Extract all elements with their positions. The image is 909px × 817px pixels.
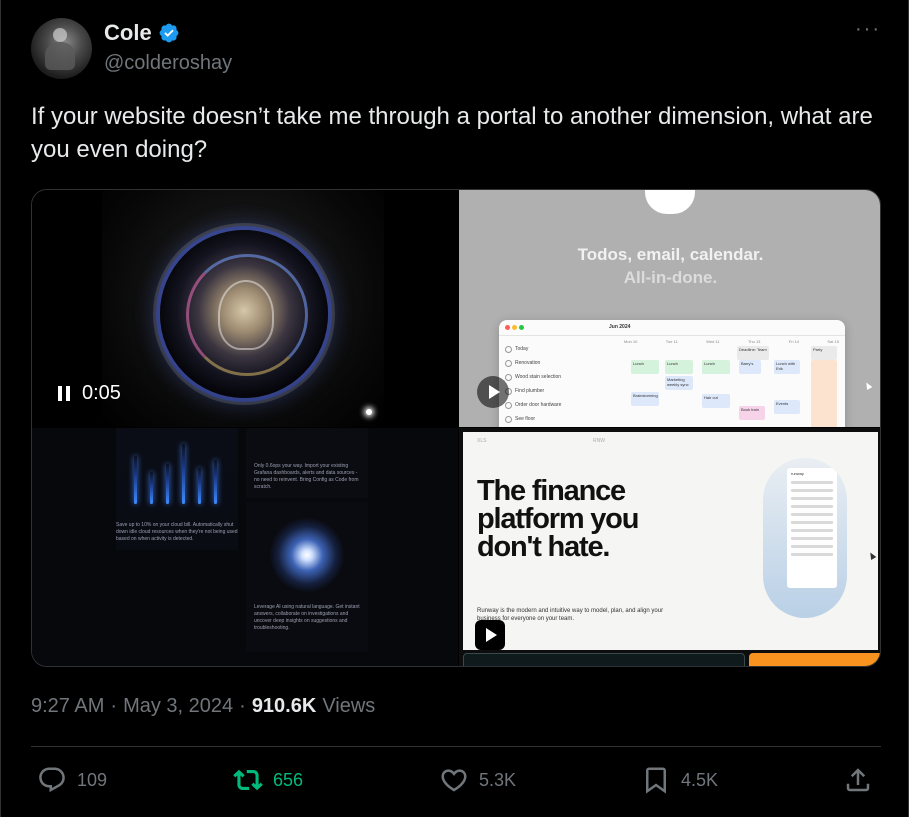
glowing-orb-image — [270, 518, 344, 592]
cloud-info-panel: Only 0.6ops your way. Import your existi… — [246, 428, 368, 498]
share-icon — [846, 768, 870, 792]
bookmark-icon — [646, 767, 666, 794]
calendar-event: Lunch — [665, 360, 693, 374]
calendar-event: Barry's — [739, 360, 761, 374]
finance-app-preview: runway — [763, 458, 847, 618]
sidebar-item: Wood stain selection — [505, 370, 601, 384]
reply-button[interactable]: 109 — [37, 765, 107, 795]
media-grid: 0:05 Todos, email, calendar. All-in-done… — [31, 189, 881, 667]
day-header: Wed 11 — [706, 339, 720, 344]
author-name-row: Cole — [104, 20, 180, 46]
play-button[interactable] — [475, 620, 505, 650]
day-header: Tue 11 — [665, 339, 678, 344]
video-timer[interactable]: 0:05 — [58, 382, 121, 405]
calendar-event: Hair cut — [702, 394, 730, 408]
sidebar-item: See floor — [505, 412, 601, 426]
action-bar: 109 656 5.3K 4.5K — [31, 765, 881, 799]
day-header: Mon 10 — [624, 339, 638, 344]
share-button[interactable] — [843, 765, 873, 795]
month-label: Jun 2024 — [609, 324, 631, 330]
tweet-text: If your website doesn’t take me through … — [31, 103, 873, 163]
sparkle-decoration — [366, 409, 372, 415]
retweet-button[interactable]: 656 — [233, 765, 303, 795]
cloud-caption-c: Leverage AI using natural language. Get … — [254, 604, 360, 631]
todos-headline: Todos, email, calendar. — [577, 245, 764, 264]
bookmark-button[interactable]: 4.5K — [641, 765, 718, 795]
retweet-icon — [233, 769, 263, 791]
author-display-name[interactable]: Cole — [104, 20, 152, 46]
finance-bottom-panel — [463, 653, 745, 666]
sidebar-item: Order door hardware — [505, 398, 601, 412]
app-window-preview: Jun 2024 Today Renovation Wood stain sel… — [499, 320, 845, 427]
day-header: Sat 15 — [827, 339, 839, 344]
calendar-event: Brainstorming — [631, 392, 659, 406]
reply-count: 109 — [77, 769, 108, 790]
play-button[interactable] — [477, 376, 509, 408]
like-button[interactable]: 5.3K — [439, 765, 516, 795]
media-video-finance[interactable]: XLS RNW The finance platform you don't h… — [459, 428, 880, 666]
calendar-event: Deadline: Team — [737, 346, 769, 360]
finance-orange-panel — [749, 653, 880, 666]
media-video-cloud[interactable]: Save up to 10% on your cloud bill. Autom… — [32, 428, 458, 666]
cloud-bars-panel: Save up to 10% on your cloud bill. Autom… — [116, 428, 238, 550]
tweet-time[interactable]: 9:27 AM — [31, 695, 104, 718]
tweet-meta: 9:27 AM · May 3, 2024 · 910.6K Views — [31, 695, 375, 718]
author-handle[interactable]: @colderoshay — [104, 52, 232, 75]
tweet-card: Cole @colderoshay ··· If your website do… — [0, 0, 909, 817]
cloud-orb-panel: Leverage AI using natural language. Get … — [246, 502, 368, 652]
calendar-event: Lunch — [702, 360, 730, 374]
views-label: Views — [322, 695, 376, 717]
media-video-lens[interactable]: 0:05 — [32, 190, 458, 427]
app-logo — [645, 190, 695, 214]
day-header: Fri 14 — [788, 339, 800, 344]
divider — [31, 746, 881, 747]
video-time: 0:05 — [82, 382, 121, 404]
finance-app-window: runway — [787, 468, 837, 588]
lens-portal-image — [160, 230, 328, 398]
finance-top-left: XLS — [477, 438, 487, 444]
cloud-caption-b: Only 0.6ops your way. Import your existi… — [254, 463, 359, 490]
mouse-cursor-icon — [863, 380, 873, 391]
reply-icon — [39, 767, 65, 793]
heart-icon — [441, 769, 467, 792]
sidebar-item: Renovation — [505, 356, 601, 370]
tweet-date[interactable]: May 3, 2024 — [123, 695, 233, 718]
finance-top-right: RNW — [593, 438, 605, 444]
mouse-cursor-icon — [867, 550, 877, 561]
calendar-event: Events — [774, 400, 800, 414]
sidebar-item: Find plumber — [505, 384, 601, 398]
meta-separator: · — [110, 695, 118, 717]
day-header: Thu 13 — [747, 339, 761, 344]
verified-badge-icon — [159, 23, 179, 43]
todos-tagline: All-in-done. — [623, 268, 718, 287]
finance-subtext: Runway is the modern and intuitive way t… — [477, 608, 664, 622]
calendar-event: Marketing weekly sync — [665, 376, 693, 390]
calendar-event: Lunch with Erik — [774, 360, 800, 374]
calendar-event: Lunch — [631, 360, 659, 374]
retweet-count: 656 — [273, 769, 304, 790]
app-sidebar: Today Renovation Wood stain selection Fi… — [505, 342, 601, 426]
cloud-caption-a: Save up to 10% on your cloud bill. Autom… — [116, 522, 238, 542]
finance-headline: The finance platform you don't hate. — [477, 475, 639, 563]
avatar[interactable] — [31, 18, 92, 79]
sidebar-item: Today — [505, 342, 601, 356]
views-count[interactable]: 910.6K — [252, 695, 317, 718]
more-options-icon[interactable]: ··· — [853, 19, 883, 42]
calendar-event: Book train — [739, 406, 765, 420]
meta-separator: · — [239, 695, 246, 717]
like-count: 5.3K — [479, 769, 517, 790]
app-window-titlebar: Jun 2024 — [499, 320, 845, 336]
bookmark-count: 4.5K — [681, 769, 719, 790]
calendar-event: Party — [811, 346, 837, 360]
finance-app-label: runway — [791, 471, 804, 476]
finance-card: XLS RNW The finance platform you don't h… — [463, 432, 878, 650]
media-video-todos[interactable]: Todos, email, calendar. All-in-done. Jun… — [459, 190, 880, 427]
pause-icon[interactable] — [58, 386, 70, 401]
